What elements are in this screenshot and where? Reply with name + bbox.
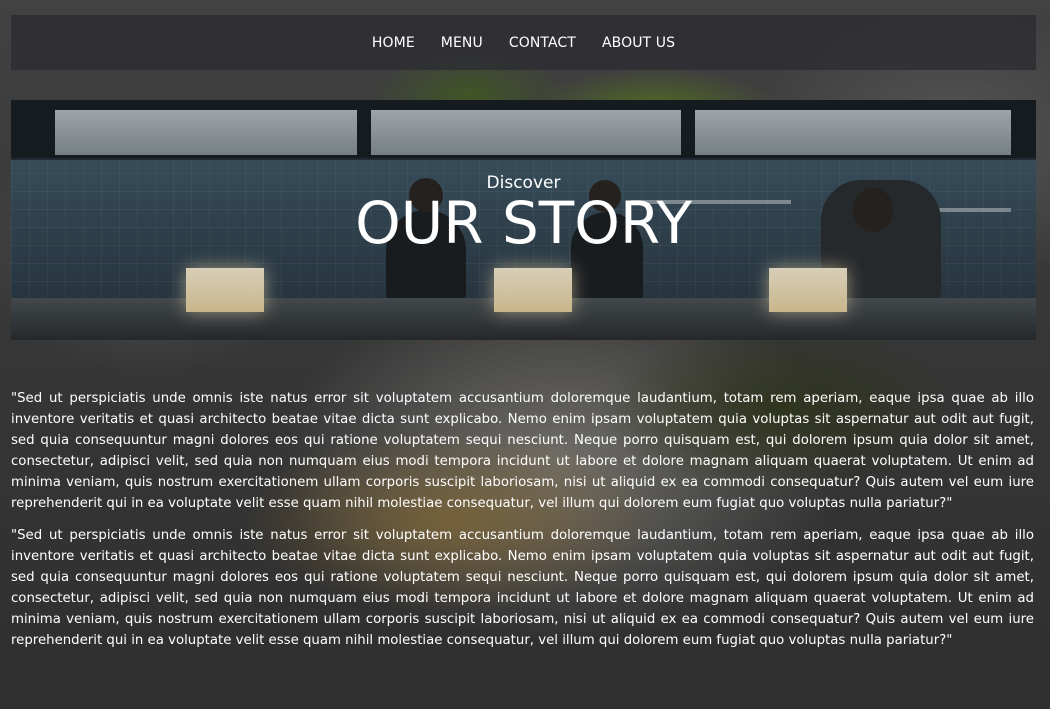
nav-about-us-link[interactable]: ABOUT US xyxy=(602,35,675,51)
main-navigation: HOME MENU CONTACT ABOUT US xyxy=(11,15,1036,70)
hero-banner: Discover OUR STORY xyxy=(11,100,1036,340)
hero-text: Discover OUR STORY xyxy=(11,172,1036,294)
story-content: "Sed ut perspiciatis unde omnis iste nat… xyxy=(11,388,1034,662)
hero-title: OUR STORY xyxy=(355,189,692,257)
nav-menu-link[interactable]: MENU xyxy=(441,35,483,51)
nav-contact-link[interactable]: CONTACT xyxy=(509,35,576,51)
nav-home-link[interactable]: HOME xyxy=(372,35,415,51)
story-paragraph: "Sed ut perspiciatis unde omnis iste nat… xyxy=(11,391,1034,511)
story-paragraph: "Sed ut perspiciatis unde omnis iste nat… xyxy=(11,528,1034,648)
